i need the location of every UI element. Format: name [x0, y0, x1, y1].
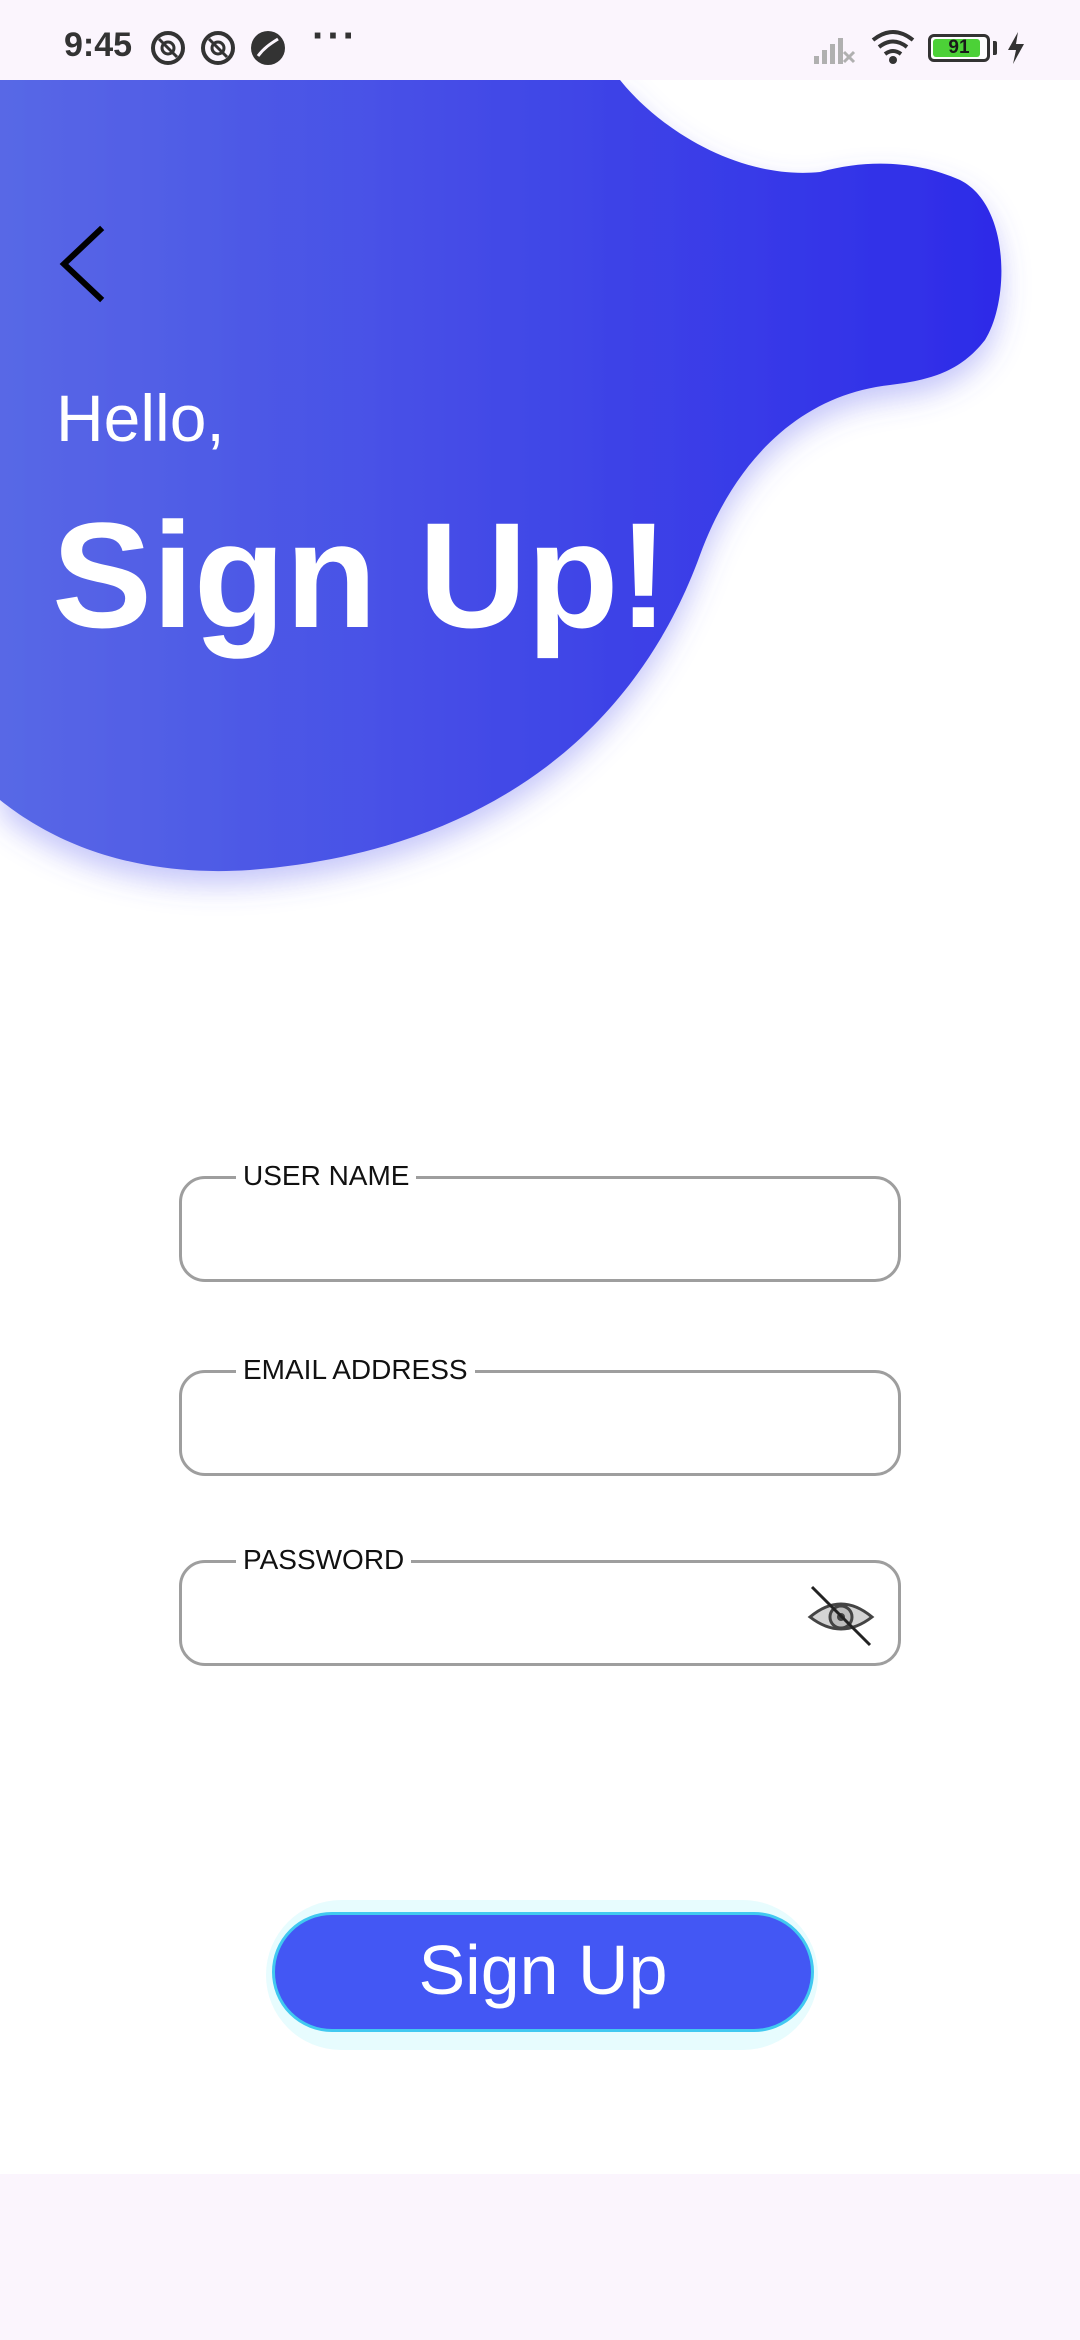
notification-icon: [150, 30, 186, 66]
password-label: PASSWORD: [236, 1543, 412, 1577]
battery-cap: [993, 41, 997, 55]
greeting-text: Hello,: [56, 381, 225, 455]
signup-button[interactable]: Sign Up: [272, 1912, 814, 2032]
bottom-bar: [0, 2174, 1080, 2340]
status-bar: 9:45 ··· 91: [0, 0, 1080, 80]
page-title: Sign Up!: [52, 491, 669, 659]
app-icon: [250, 30, 286, 66]
eye-off-icon: [807, 1585, 875, 1647]
header-blob: [0, 80, 1002, 872]
password-input[interactable]: [206, 1583, 788, 1647]
chevron-left-icon: [59, 225, 105, 303]
password-field[interactable]: PASSWORD: [179, 1543, 901, 1666]
status-time: 9:45: [64, 26, 133, 64]
battery-icon: 91: [928, 34, 990, 62]
notification-icon: [200, 30, 236, 66]
email-field[interactable]: EMAIL ADDRESS: [179, 1353, 901, 1476]
more-notifications-icon: ···: [312, 14, 358, 58]
email-input[interactable]: [206, 1393, 874, 1457]
charging-icon: [1004, 30, 1028, 66]
password-visibility-toggle[interactable]: [806, 1583, 876, 1649]
username-input[interactable]: [206, 1199, 874, 1263]
username-label: USER NAME: [236, 1159, 417, 1193]
signal-icon: [812, 30, 856, 66]
wifi-icon: [870, 28, 916, 64]
username-field[interactable]: USER NAME: [179, 1159, 901, 1282]
battery-level: 91: [948, 37, 970, 58]
email-label: EMAIL ADDRESS: [236, 1353, 475, 1387]
back-button[interactable]: [44, 222, 124, 306]
